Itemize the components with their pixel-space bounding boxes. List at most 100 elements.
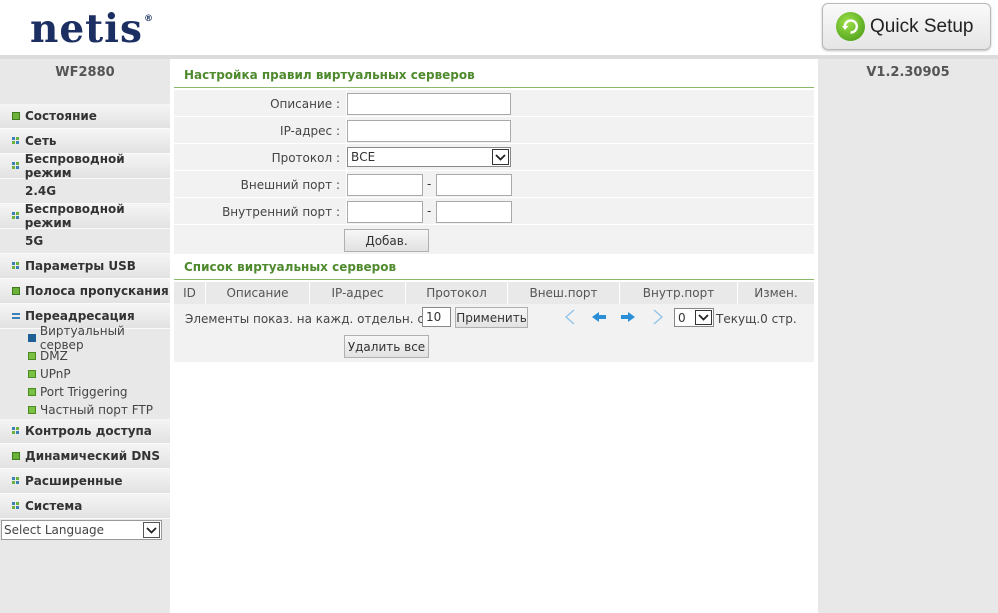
virtual-server-form: Описание : IP-адрес : Протокол : ВСЕ Вне…: [174, 90, 814, 255]
sidebar-item-status[interactable]: Состояние: [0, 104, 170, 129]
external-port-from-input[interactable]: [347, 174, 423, 196]
form-row-protocol: Протокол : ВСЕ: [174, 144, 814, 171]
virtual-server-table-header: ID Описание IP-адрес Протокол Внеш.порт …: [174, 282, 814, 304]
port-range-dash: -: [427, 204, 432, 218]
arrow-bullet-icon: [28, 334, 36, 342]
prev-page-icon[interactable]: [590, 308, 608, 329]
column-header-protocol: Протокол: [406, 282, 508, 304]
form-row-internal-port: Внутренний порт : -: [174, 198, 814, 225]
sidebar-subitem-ftp-port[interactable]: Частный порт FTP: [0, 401, 170, 419]
external-port-label: Внешний порт :: [240, 178, 340, 192]
description-label: Описание :: [270, 97, 340, 111]
grid-icon: [12, 502, 20, 510]
protocol-label: Протокол :: [271, 151, 340, 165]
grid-icon: [12, 427, 20, 435]
right-panel: V1.2.30905: [818, 59, 998, 613]
sidebar-nav: Состояние Сеть Беспроводной режим 2.4G Б…: [0, 104, 170, 519]
sidebar-item-label: Беспроводной режим: [24, 202, 125, 230]
sidebar-item-label: Сеть: [25, 134, 57, 148]
sidebar-item-label: Расширенные: [25, 474, 123, 488]
sidebar-item-access-control[interactable]: Контроль доступа: [0, 419, 170, 444]
protocol-select[interactable]: ВСЕ: [347, 147, 511, 167]
column-header-id: ID: [174, 282, 206, 304]
sidebar-item-label: Динамический DNS: [25, 449, 160, 463]
sidebar-item-label: 5G: [25, 234, 44, 248]
form-section-title: Настройка правил виртуальных серверов: [184, 68, 475, 82]
internal-port-to-input[interactable]: [436, 201, 512, 223]
form-row-external-port: Внешний порт : -: [174, 171, 814, 198]
ip-label: IP-адрес :: [280, 124, 340, 138]
last-page-icon[interactable]: [648, 308, 666, 329]
external-port-to-input[interactable]: [436, 174, 512, 196]
sidebar-subitem-label: UPnP: [40, 367, 71, 381]
internal-port-label: Внутренний порт :: [222, 205, 340, 219]
expand-icon: [12, 452, 20, 460]
language-select[interactable]: Select Language: [1, 520, 162, 540]
column-header-edit: Измен.: [754, 286, 798, 300]
sidebar-item-wireless-5[interactable]: Беспроводной режим: [0, 202, 170, 230]
page-select[interactable]: 0: [674, 308, 714, 327]
quick-setup-button[interactable]: Quick Setup: [822, 3, 991, 50]
sidebar-item-wireless-24[interactable]: Беспроводной режим: [0, 152, 170, 180]
port-range-dash: -: [427, 177, 432, 191]
delete-all-row: Удалить все: [174, 332, 814, 362]
form-row-ip: IP-адрес :: [174, 117, 814, 144]
sidebar-subitem-upnp[interactable]: UPnP: [0, 365, 170, 383]
netis-logo[interactable]: netis®: [30, 6, 153, 52]
grid-icon: [12, 477, 20, 485]
internal-port-from-input[interactable]: [347, 201, 423, 223]
sidebar-item-label: 2.4G: [25, 184, 57, 198]
expand-icon: [12, 112, 20, 120]
pagination-bar: Элементы показ. на кажд. отдельн. стр. 1…: [174, 304, 814, 332]
sidebar: WF2880 Состояние Сеть Беспроводной режим…: [0, 59, 170, 613]
form-control-cell: [346, 90, 814, 117]
bullet-icon: [28, 370, 36, 378]
form-control-cell: -: [346, 198, 814, 225]
sidebar-item-bandwidth[interactable]: Полоса пропускания: [0, 279, 170, 304]
column-header-ip: IP-адрес: [310, 282, 406, 304]
chevron-down-icon: [492, 149, 509, 165]
add-button[interactable]: Добав.: [344, 229, 429, 252]
grid-icon: [12, 262, 20, 270]
description-input[interactable]: [347, 93, 511, 115]
sidebar-item-label: Параметры USB: [25, 259, 136, 273]
current-page-label: Текущ.0 стр.: [716, 312, 797, 326]
next-page-icon[interactable]: [619, 308, 637, 329]
per-page-label: Элементы показ. на кажд. отдельн. стр.: [185, 312, 443, 326]
delete-all-button[interactable]: Удалить все: [344, 335, 429, 358]
language-select-value: Select Language: [4, 523, 105, 537]
sidebar-item-ddns[interactable]: Динамический DNS: [0, 444, 170, 469]
first-page-icon[interactable]: [562, 308, 580, 329]
sidebar-item-wireless-24-sub[interactable]: 2.4G: [0, 179, 170, 204]
protocol-select-value: ВСЕ: [351, 150, 376, 164]
grid-icon: [12, 212, 20, 220]
main-content: Настройка правил виртуальных серверов Оп…: [174, 59, 814, 613]
bullet-icon: [28, 352, 36, 360]
sidebar-subitem-label: DMZ: [40, 349, 68, 363]
sidebar-item-system[interactable]: Система: [0, 494, 170, 519]
form-row-description: Описание :: [174, 90, 814, 117]
sidebar-item-label: Полоса пропускания: [25, 284, 169, 298]
chevron-down-icon: [695, 310, 712, 325]
grid-icon: [12, 137, 20, 145]
sidebar-item-network[interactable]: Сеть: [0, 129, 170, 154]
sidebar-item-advanced[interactable]: Расширенные: [0, 469, 170, 494]
per-page-input[interactable]: 10: [422, 307, 451, 327]
sidebar-subitem-port-triggering[interactable]: Port Triggering: [0, 383, 170, 401]
sidebar-subitem-virtual-server[interactable]: Виртуальный сервер: [0, 324, 170, 352]
form-control-cell: ВСЕ: [346, 144, 814, 171]
column-header-description: Описание: [206, 282, 310, 304]
sidebar-item-label: Система: [25, 499, 83, 513]
section-divider: [174, 87, 814, 88]
firmware-version: V1.2.30905: [866, 65, 950, 80]
sidebar-item-label: Контроль доступа: [25, 424, 152, 438]
ip-address-input[interactable]: [347, 120, 511, 142]
bullet-icon: [28, 388, 36, 396]
sidebar-item-wireless-5-sub[interactable]: 5G: [0, 229, 170, 254]
column-header-int-port: Внутр.порт: [620, 282, 738, 304]
section-divider: [174, 279, 814, 280]
apply-button[interactable]: Применить: [455, 307, 528, 328]
sidebar-item-usb[interactable]: Параметры USB: [0, 254, 170, 279]
refresh-arrow-icon: [836, 12, 865, 41]
bullet-icon: [28, 406, 36, 414]
